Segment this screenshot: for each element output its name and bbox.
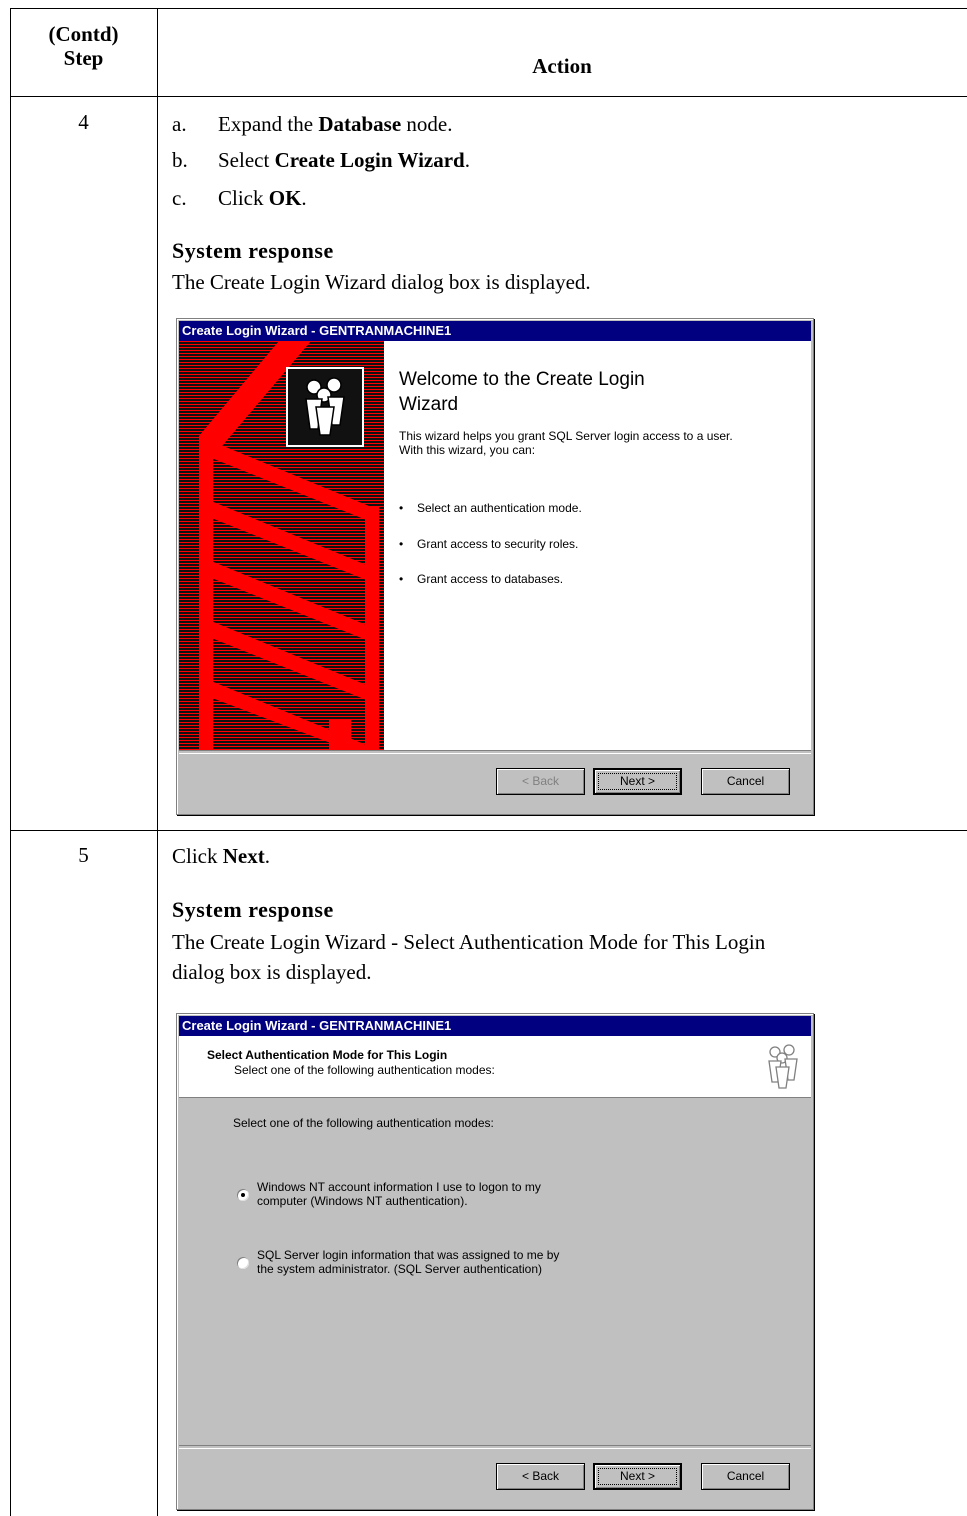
step4-item-c: Click OK. <box>218 186 307 210</box>
step-column-header: (Contd) Step <box>10 22 157 70</box>
dialog-titlebar: Create Login Wizard - GENTRANMACHINE1 <box>179 1016 811 1036</box>
auth-mode-prompt: Select one of the following authenticati… <box>233 1116 494 1130</box>
next-button[interactable]: Next > <box>593 768 682 795</box>
back-button[interactable]: < Back <box>496 768 585 795</box>
wizard-page-subtitle: Select one of the following authenticati… <box>234 1063 495 1077</box>
wizard-users-icon <box>286 367 364 447</box>
step4-letter-c: c. <box>172 186 187 210</box>
dialog-titlebar: Create Login Wizard - GENTRANMACHINE1 <box>179 321 811 341</box>
step4-item-b: Select Create Login Wizard. <box>218 148 470 172</box>
header-bottom-rule <box>10 96 967 97</box>
select-authentication-mode-dialog: Create Login Wizard - GENTRANMACHINE1 Se… <box>176 1013 814 1510</box>
step4-system-response-label: System response <box>172 238 334 263</box>
step5-system-response-text: The Create Login Wizard - Select Authent… <box>172 930 766 984</box>
action-column-header: Action <box>532 54 592 78</box>
back-button[interactable]: < Back <box>496 1463 585 1490</box>
step4-letter-b: b. <box>172 148 188 172</box>
step4-system-response-text: The Create Login Wizard dialog box is di… <box>172 270 591 294</box>
step-number-4: 4 <box>78 110 89 134</box>
button-separator <box>179 1445 811 1449</box>
table-left-rule <box>10 8 11 1516</box>
step4-letter-a: a. <box>172 112 187 136</box>
step-header-step: Step <box>63 46 104 70</box>
bullet-item: • Grant access to security roles. <box>399 537 579 551</box>
windows-auth-radio[interactable] <box>237 1189 249 1201</box>
table-top-rule <box>10 8 967 9</box>
button-separator <box>179 750 811 754</box>
wizard-page-title: Select Authentication Mode for This Logi… <box>207 1048 448 1062</box>
column-divider <box>157 8 158 1516</box>
next-button[interactable]: Next > <box>593 1463 682 1490</box>
bullet-item: • Select an authentication mode. <box>399 501 582 515</box>
row-divider <box>10 830 967 831</box>
cancel-button[interactable]: Cancel <box>701 1463 790 1490</box>
step-header-contd: (Contd) <box>48 22 119 46</box>
cancel-button[interactable]: Cancel <box>701 768 790 795</box>
bullet-item: • Grant access to databases. <box>399 572 564 586</box>
step4-item-a: Expand the Database node. <box>218 112 453 136</box>
wizard-intro-text: This wizard helps you grant SQL Server l… <box>399 429 733 457</box>
wizard-welcome-heading: Welcome to the Create Login Wizard <box>399 369 645 415</box>
sql-auth-radio[interactable] <box>237 1257 249 1269</box>
windows-auth-option-label[interactable]: Windows NT account information I use to … <box>257 1180 541 1208</box>
step5-system-response-label: System response <box>172 897 334 922</box>
step5-instruction: Click Next. <box>172 844 270 868</box>
create-login-wizard-welcome-dialog: Create Login Wizard - GENTRANMACHINE1 We… <box>176 318 814 815</box>
wizard-users-icon <box>757 1040 809 1094</box>
step-number-5: 5 <box>78 843 89 867</box>
sql-auth-option-label[interactable]: SQL Server login information that was as… <box>257 1248 559 1276</box>
